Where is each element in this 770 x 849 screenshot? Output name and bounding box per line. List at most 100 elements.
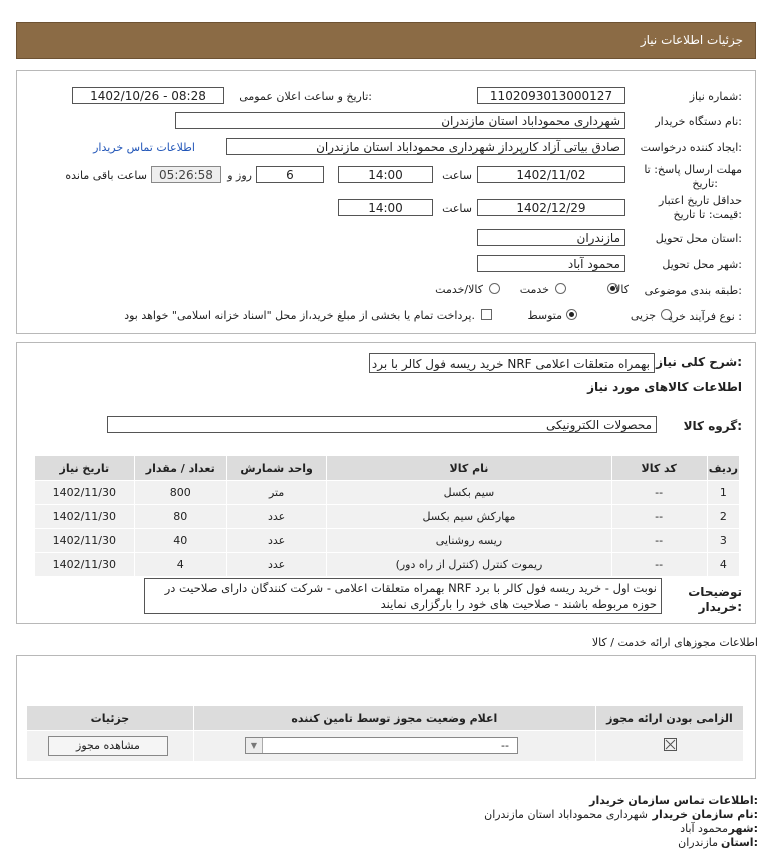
col-unit: واحد شمارش xyxy=(225,455,328,481)
buyer-contact-link[interactable]: اطلاعات تماس خریدار xyxy=(93,141,195,154)
col-provider-status: اعلام وضعیت مجوز توسط تامین کننده xyxy=(192,705,596,731)
table-row: 1402/11/30 40 عدد ریسه روشنایی -- 3 xyxy=(34,528,741,553)
goods-info-title: اطلاعات کالاهای مورد نیاز xyxy=(587,380,742,394)
cell-quantity: 40 xyxy=(133,528,227,553)
deadline-label-line2: تاریخ: xyxy=(692,177,718,190)
contact-org-label: نام سازمان خریدار: xyxy=(652,808,758,821)
cell-goods-code: -- xyxy=(610,504,708,529)
cell-row-number: 3 xyxy=(706,528,741,553)
deadline-label-line1: مهلت ارسال پاسخ: تا xyxy=(644,163,742,176)
process-option-medium: متوسط xyxy=(527,309,562,322)
province-label: استان محل تحویل: xyxy=(655,232,742,245)
cell-goods-name: ریموت کنترل (کنترل از راه دور) xyxy=(326,552,612,577)
cell-unit: متر xyxy=(225,480,328,505)
creator-label: ایجاد کننده درخواست: xyxy=(640,141,742,154)
category-option-goods: کالا xyxy=(614,283,629,296)
chevron-down-icon: ▼ xyxy=(246,738,263,753)
process-radio-minor[interactable] xyxy=(661,309,672,320)
validity-time-label: ساعت xyxy=(442,202,472,215)
cell-need-date: 1402/11/30 xyxy=(34,504,135,529)
process-option-minor: جزیی xyxy=(630,309,656,322)
permits-table-header: جزئیات اعلام وضعیت مجوز توسط تامین کننده… xyxy=(26,705,745,731)
goods-table-header: تاریخ نیاز تعداد / مقدار واحد شمارش نام … xyxy=(34,455,741,481)
cell-unit: عدد xyxy=(225,528,328,553)
cell-goods-name: مهارکش سیم بکسل xyxy=(326,504,612,529)
description-field: خرید ریسه فول کالر با برد NRF بهمراه متع… xyxy=(369,353,655,373)
buyer-org-label: نام دستگاه خریدار: xyxy=(655,115,742,128)
cell-quantity: 80 xyxy=(133,504,227,529)
announce-label: تاریخ و ساعت اعلان عمومی: xyxy=(239,90,372,103)
validity-label-line2: قیمت: تا تاریخ: xyxy=(673,208,742,221)
description-label: شرح کلی نیاز: xyxy=(656,355,742,369)
treasury-payment-checkbox[interactable] xyxy=(481,309,492,320)
cell-quantity: 800 xyxy=(133,480,227,505)
table-row: 1402/11/30 80 عدد مهارکش سیم بکسل -- 2 xyxy=(34,504,741,529)
goods-group-field: محصولات الکترونیکی xyxy=(107,416,657,433)
permits-title: اطلاعات مجوزهای ارائه خدمت / کالا xyxy=(591,636,758,649)
contact-city-label: شهر: xyxy=(728,822,758,835)
cell-goods-name: سیم بکسل xyxy=(326,480,612,505)
col-row-number: ردیف xyxy=(706,455,741,481)
view-permit-button[interactable]: مشاهده مجوز xyxy=(48,736,168,756)
category-option-goods-service: کالا/خدمت xyxy=(435,283,483,296)
contact-province-label: استان: xyxy=(720,836,758,849)
validity-date-field: 1402/12/29 xyxy=(477,199,625,216)
table-row: 1402/11/30 800 متر سیم بکسل -- 1 xyxy=(34,480,741,505)
cross-icon xyxy=(665,739,676,750)
page-header: جزئیات اطلاعات نیاز xyxy=(16,22,756,59)
permit-required-checkbox[interactable] xyxy=(664,738,677,751)
remaining-label: ساعت باقی مانده xyxy=(65,169,147,182)
validity-label-line1: حداقل تاریخ اعتبار xyxy=(658,194,742,207)
cell-row-number: 2 xyxy=(706,504,741,529)
buyer-org-field: شهرداری محموداباد استان مازندران xyxy=(175,112,625,129)
contact-org-value: شهرداری محموداباد استان مازندران xyxy=(484,808,648,821)
buyer-notes-label-line1: توضیحات xyxy=(688,585,742,599)
deadline-time-label: ساعت xyxy=(442,169,472,182)
contact-province-value: مازندران xyxy=(678,836,718,849)
cell-need-date: 1402/11/30 xyxy=(34,528,135,553)
creator-field: صادق بیاتی آزاد کارپرداز شهرداری محموداب… xyxy=(226,138,625,155)
buyer-notes-label-line2: خریدار: xyxy=(698,600,742,614)
permit-status-select[interactable]: -- ▼ xyxy=(245,737,518,754)
days-field: 6 xyxy=(256,166,324,183)
page-title: جزئیات اطلاعات نیاز xyxy=(640,33,743,47)
cell-need-date: 1402/11/30 xyxy=(34,480,135,505)
cell-quantity: 4 xyxy=(133,552,227,577)
table-row: 1402/11/30 4 عدد ریموت کنترل (کنترل از ر… xyxy=(34,552,741,577)
goods-group-label: گروه کالا: xyxy=(683,419,742,433)
province-field: مازندران xyxy=(477,229,625,246)
deadline-time-field: 14:00 xyxy=(338,166,433,183)
process-radio-medium[interactable] xyxy=(566,309,577,320)
remaining-time-field: 05:26:58 xyxy=(151,166,221,183)
col-need-date: تاریخ نیاز xyxy=(34,455,135,481)
cell-goods-code: -- xyxy=(610,552,708,577)
goods-table: تاریخ نیاز تعداد / مقدار واحد شمارش نام … xyxy=(34,455,741,577)
category-option-service: خدمت xyxy=(519,283,549,296)
category-radio-service[interactable] xyxy=(555,283,566,294)
buyer-notes-box: نوبت اول - خرید ریسه فول کالر با برد NRF… xyxy=(144,578,662,614)
cell-goods-name: ریسه روشنایی xyxy=(326,528,612,553)
cell-goods-code: -- xyxy=(610,480,708,505)
cell-row-number: 1 xyxy=(706,480,741,505)
days-label: روز و xyxy=(227,169,252,182)
city-label: شهر محل تحویل: xyxy=(662,258,742,271)
cell-unit: عدد xyxy=(225,552,328,577)
announce-field: 1402/10/26 - 08:28 xyxy=(72,87,224,104)
col-goods-name: نام کالا xyxy=(326,455,612,481)
col-goods-code: کد کالا xyxy=(610,455,708,481)
city-field: محمود آباد xyxy=(477,255,625,272)
col-quantity: تعداد / مقدار xyxy=(133,455,227,481)
contact-city-value: محمود آباد xyxy=(680,822,728,835)
category-label: طبقه بندی موضوعی: xyxy=(644,284,742,297)
cell-goods-code: -- xyxy=(610,528,708,553)
cell-need-date: 1402/11/30 xyxy=(34,552,135,577)
category-radio-goods-service[interactable] xyxy=(489,283,500,294)
validity-time-field: 14:00 xyxy=(338,199,433,216)
contact-title: اطلاعات تماس سازمان خریدار: xyxy=(589,794,758,807)
process-label: نوع فرآیند خرید : xyxy=(664,310,742,323)
need-number-field: 1102093013000127 xyxy=(477,87,625,104)
treasury-payment-note: پرداخت تمام یا بخشی از مبلغ خرید،از محل … xyxy=(124,309,475,322)
deadline-date-field: 1402/11/02 xyxy=(477,166,625,183)
col-permit-required: الزامی بودن ارائه مجوز xyxy=(594,705,745,731)
col-details: جزئیات xyxy=(26,705,194,731)
